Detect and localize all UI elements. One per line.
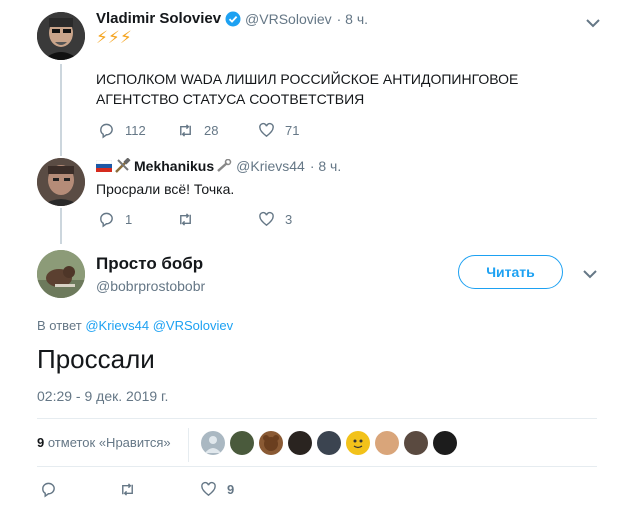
- tweet1-like-count: 71: [285, 123, 300, 138]
- divider-bottom: [37, 466, 597, 467]
- tools-icon: [114, 158, 132, 174]
- tweet2-like-button[interactable]: 3: [258, 211, 292, 228]
- reply-icon: [100, 212, 113, 228]
- tweet2-author-name[interactable]: Mekhanikus: [134, 158, 214, 174]
- liker-avatar[interactable]: [433, 431, 457, 455]
- tweet2-reply-count: 1: [125, 212, 133, 227]
- liker-avatar[interactable]: [201, 431, 225, 455]
- likes-summary-count: 9: [37, 435, 45, 450]
- liker-avatar[interactable]: [288, 431, 312, 455]
- likes-summary[interactable]: 9 отметок «Нравится»: [37, 435, 171, 450]
- liker-avatar[interactable]: [375, 431, 399, 455]
- main-reply-button[interactable]: [40, 481, 67, 498]
- main-like-count: 9: [227, 482, 235, 497]
- likes-separator: [188, 428, 189, 462]
- retweet-icon: [180, 213, 191, 226]
- main-like-button[interactable]: 9: [200, 481, 234, 498]
- retweet-icon: [122, 483, 133, 496]
- retweet-icon: [180, 124, 191, 137]
- likes-summary-label: отметок «Нравится»: [47, 435, 171, 450]
- reply-icon: [42, 482, 55, 498]
- heart-icon: [259, 122, 274, 138]
- follow-button[interactable]: Читать: [458, 255, 563, 289]
- tweet1-time[interactable]: · 8 ч.: [337, 11, 368, 27]
- tweet2-text: Просрали всё! Точка.: [96, 181, 235, 197]
- tweet1-header: Vladimir Soloviev @VRSoloviev · 8 ч.: [96, 10, 368, 27]
- liker-avatar[interactable]: [230, 431, 254, 455]
- wrench-icon: [216, 159, 232, 173]
- tweet1-retweet-count: 28: [204, 123, 219, 138]
- avatar-vladimir-soloviev[interactable]: [37, 12, 85, 60]
- liker-avatar[interactable]: [259, 431, 283, 455]
- divider-top: [37, 418, 597, 419]
- chevron-down-icon[interactable]: [580, 267, 600, 281]
- liker-avatar[interactable]: [346, 431, 370, 455]
- tweet1-text: ИСПОЛКОМ WADA ЛИШИЛ РОССИЙСКОЕ АНТИДОПИН…: [96, 71, 519, 107]
- tweet1-reply-count: 112: [125, 123, 146, 138]
- tweet1-handle[interactable]: @VRSoloviev: [245, 11, 332, 27]
- heart-icon: [201, 481, 216, 497]
- reply-to-krievs44-link[interactable]: @Krievs44: [85, 318, 149, 333]
- reply-context: В ответ @Krievs44 @VRSoloviev: [37, 318, 233, 333]
- liker-avatar[interactable]: [404, 431, 428, 455]
- tweet1-retweet-button[interactable]: 28: [177, 122, 218, 139]
- thread-line-2: [60, 208, 62, 244]
- reply-icon: [100, 123, 113, 139]
- tweet2-like-count: 3: [285, 212, 293, 227]
- main-handle[interactable]: @bobrprostobobr: [96, 278, 205, 294]
- main-retweet-button[interactable]: [119, 481, 146, 498]
- tweet1-like-button[interactable]: 71: [258, 122, 299, 139]
- tweet1-lightning-emoji: ⚡⚡⚡: [96, 28, 132, 47]
- verified-icon: [225, 11, 241, 27]
- tweet2-retweet-button[interactable]: [177, 211, 204, 228]
- avatar-prosto-bobr[interactable]: [37, 250, 85, 298]
- main-author-name[interactable]: Просто бобр: [96, 254, 203, 274]
- liker-avatar[interactable]: [317, 431, 341, 455]
- tweet2-handle[interactable]: @Krievs44: [236, 158, 305, 174]
- heart-icon: [259, 211, 274, 227]
- tweet1-author-name[interactable]: Vladimir Soloviev: [96, 10, 221, 27]
- chevron-down-icon[interactable]: [583, 16, 603, 30]
- russia-flag-icon: [96, 160, 112, 172]
- tweet1-reply-button[interactable]: 112: [98, 122, 146, 139]
- main-timestamp[interactable]: 02:29 - 9 дек. 2019 г.: [37, 388, 168, 404]
- avatar-mekhanikus[interactable]: [37, 158, 85, 206]
- tweet2-header: Mekhanikus @Krievs44 · 8 ч.: [96, 158, 341, 174]
- reply-prefix: В ответ: [37, 318, 82, 333]
- tweet2-reply-button[interactable]: 1: [98, 211, 132, 228]
- reply-to-vrsoloviev-link[interactable]: @VRSoloviev: [153, 318, 233, 333]
- thread-line-1: [60, 64, 62, 156]
- tweet2-time[interactable]: · 8 ч.: [310, 158, 341, 174]
- main-tweet-text: Проссали: [37, 344, 155, 374]
